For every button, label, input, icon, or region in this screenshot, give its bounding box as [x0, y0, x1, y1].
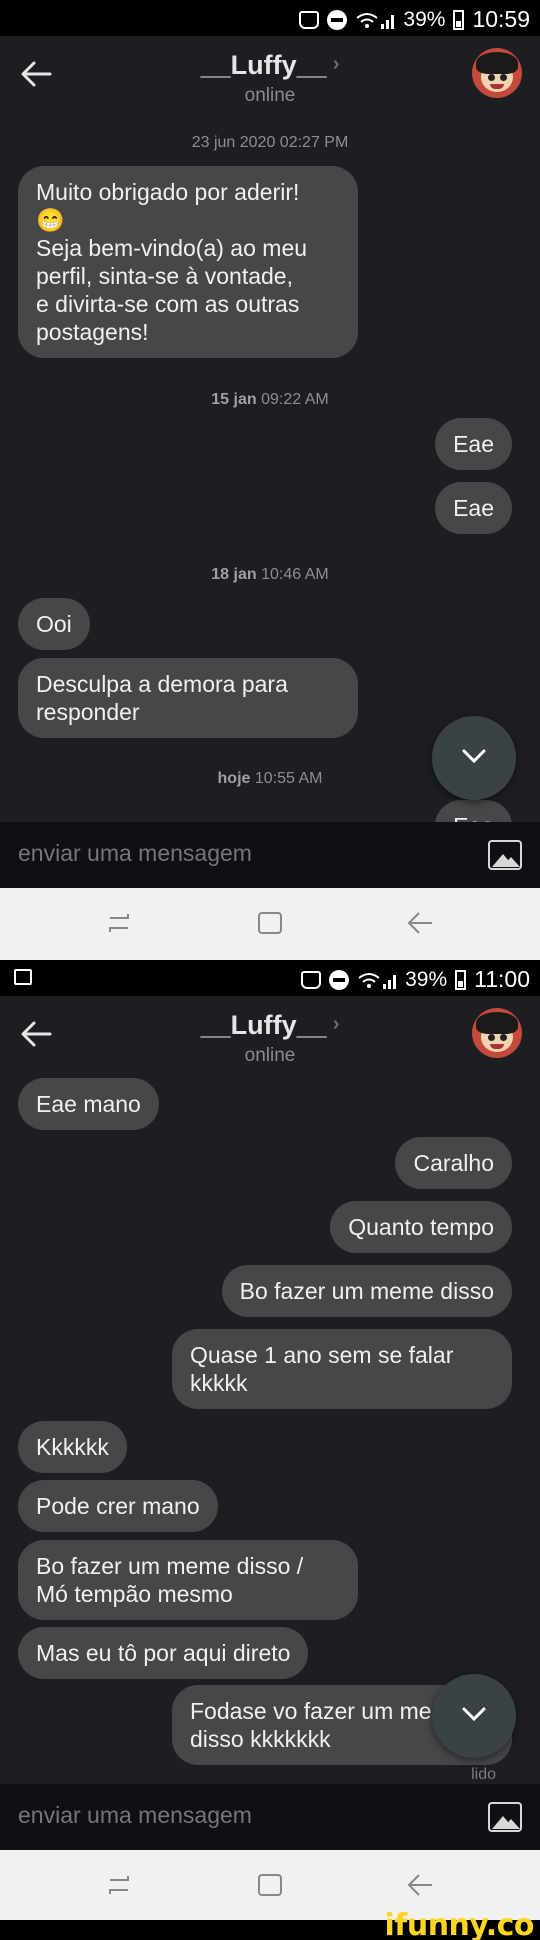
avatar[interactable]: [472, 48, 522, 98]
battery-percent: 39%: [405, 967, 448, 991]
do-not-disturb-icon: [327, 9, 348, 30]
home-icon[interactable]: [256, 910, 286, 936]
message-bubble-sent[interactable]: Quase 1 ano sem se falar kkkkk: [172, 1329, 512, 1409]
read-receipt: lido: [471, 1766, 496, 1783]
alert-icon: [299, 10, 320, 29]
battery-percent: 39%: [403, 7, 446, 31]
recent-apps-icon[interactable]: [104, 1872, 134, 1898]
contact-name: __Luffy__: [200, 50, 327, 80]
message-composer: enviar uma mensagem: [0, 1784, 540, 1850]
gallery-icon[interactable]: [488, 840, 522, 870]
timestamp: 15 jan 09:22 AM: [211, 391, 329, 408]
message-input[interactable]: enviar uma mensagem: [18, 840, 252, 867]
scroll-down-button[interactable]: [432, 716, 516, 800]
scroll-down-button[interactable]: [432, 1674, 516, 1758]
timestamp: 23 jun 2020 02:27 PM: [191, 134, 349, 151]
chevron-right-icon: ›: [332, 53, 340, 75]
nav-back-icon[interactable]: [406, 1872, 436, 1898]
message-bubble-sent[interactable]: Bo fazer um meme disso: [221, 1265, 512, 1317]
status-bar: 39% 11:00: [0, 960, 540, 996]
message-bubble-sent[interactable]: Eae: [435, 482, 512, 534]
message-bubble-received[interactable]: Mas eu tô por aqui direto: [18, 1627, 309, 1679]
nav-back-icon[interactable]: [406, 910, 436, 936]
wifi-signal-icon: [358, 972, 397, 989]
message-bubble-received[interactable]: Ooi: [18, 598, 90, 650]
battery-icon: [455, 969, 467, 990]
chevron-down-icon: [462, 749, 486, 764]
contact-name: __Luffy__: [200, 1010, 327, 1040]
avatar[interactable]: [472, 1008, 522, 1058]
clock: 11:00: [474, 966, 530, 992]
alert-icon: [301, 970, 322, 989]
navigation-bar: [0, 888, 540, 960]
chat-screen-2: 39% 11:00 __Luffy__ › online Eae mano Car…: [0, 960, 540, 1850]
message-bubble-received[interactable]: Eae mano: [18, 1078, 159, 1130]
gallery-icon[interactable]: [488, 1802, 522, 1832]
message-bubble-sent[interactable]: Quanto tempo: [330, 1201, 512, 1253]
chevron-right-icon: ›: [332, 1013, 340, 1035]
message-bubble-sent[interactable]: Caralho: [395, 1137, 512, 1189]
presence-status: online: [244, 85, 296, 106]
chat-header: __Luffy__ › online: [0, 36, 540, 136]
do-not-disturb-icon: [329, 969, 350, 990]
message-bubble-sent[interactable]: Eae: [435, 418, 512, 470]
watermark: ifunny.co: [384, 1908, 535, 1940]
message-bubble-received[interactable]: Desculpa a demora para responder: [18, 658, 358, 738]
chat-title[interactable]: __Luffy__ ›: [0, 1010, 540, 1041]
message-bubble-received[interactable]: Kkkkkk: [18, 1421, 127, 1473]
chat-title[interactable]: __Luffy__ ›: [0, 50, 540, 81]
clock: 10:59: [472, 6, 530, 32]
message-bubble-received[interactable]: Muito obrigado por aderir! 😁 Seja bem-vi…: [18, 166, 358, 358]
chevron-down-icon: [462, 1707, 486, 1722]
chat-screen-1: 39% 10:59 __Luffy__ › online 23 jun 2020 …: [0, 0, 540, 888]
battery-icon: [453, 9, 465, 30]
image-notification-icon: [14, 969, 32, 985]
status-bar: 39% 10:59: [0, 0, 540, 36]
message-input[interactable]: enviar uma mensagem: [18, 1802, 252, 1829]
presence-status: online: [244, 1045, 296, 1066]
message-bubble-received[interactable]: Pode crer mano: [18, 1480, 218, 1532]
message-bubble-received[interactable]: Bo fazer um meme disso / Mó tempão mesmo: [18, 1540, 358, 1620]
home-icon[interactable]: [256, 1872, 286, 1898]
timestamp: 18 jan 10:46 AM: [211, 566, 329, 583]
recent-apps-icon[interactable]: [104, 910, 134, 936]
message-composer: enviar uma mensagem: [0, 822, 540, 888]
wifi-signal-icon: [356, 12, 395, 29]
